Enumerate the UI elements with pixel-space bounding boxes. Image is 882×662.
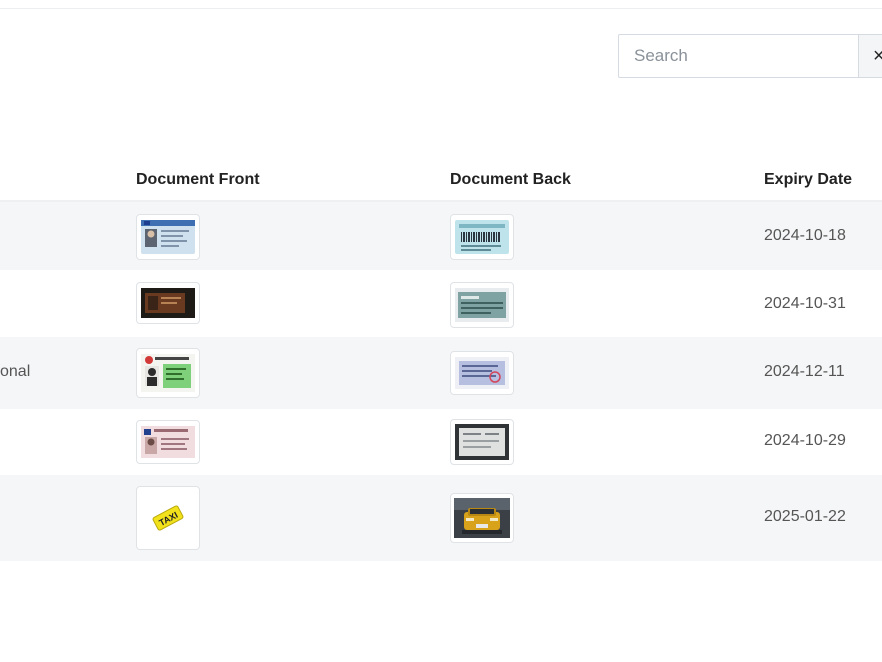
taxi-car-photo-thumbnail[interactable] (450, 493, 514, 543)
column-header-document-back[interactable]: Document Back (450, 171, 571, 189)
search-bar: × (618, 34, 882, 78)
clear-search-button[interactable]: × (858, 34, 882, 78)
expiry-date: 2024-10-31 (764, 295, 846, 312)
eu-id-card-front-thumbnail[interactable] (136, 214, 200, 260)
table-row: 2024-10-31 (0, 270, 882, 337)
expiry-date: 2025-01-22 (764, 508, 846, 525)
license-back-stamped-thumbnail[interactable] (450, 351, 514, 395)
documents-table: Document Front Document Back Expiry Date (0, 160, 882, 561)
table-header: Document Front Document Back Expiry Date (0, 160, 882, 202)
id-card-back-teal-thumbnail[interactable] (450, 282, 514, 328)
taxi-sign-thumbnail[interactable]: TAXI (136, 486, 200, 550)
column-header-expiry-date[interactable]: Expiry Date (764, 171, 852, 189)
expiry-date: 2024-12-11 (764, 363, 845, 380)
expiry-date: 2024-10-18 (764, 227, 846, 244)
table-row: onal 2024-12-11 (0, 337, 882, 409)
top-divider (0, 8, 882, 9)
document-type-partial: onal (0, 363, 31, 380)
table-row: 2024-10-29 (0, 409, 882, 475)
table-row: 2024-10-18 (0, 202, 882, 270)
framed-document-back-thumbnail[interactable] (450, 419, 514, 465)
pink-license-front-thumbnail[interactable] (136, 420, 200, 464)
id-card-back-barcode-thumbnail[interactable] (450, 214, 514, 260)
column-header-document-front[interactable]: Document Front (136, 171, 260, 189)
search-input[interactable] (618, 34, 858, 78)
table-row: TAXI 2025-01-22 (0, 475, 882, 561)
green-license-front-thumbnail[interactable] (136, 348, 200, 398)
expiry-date: 2024-10-29 (764, 432, 846, 449)
dark-id-card-front-thumbnail[interactable] (136, 282, 200, 324)
